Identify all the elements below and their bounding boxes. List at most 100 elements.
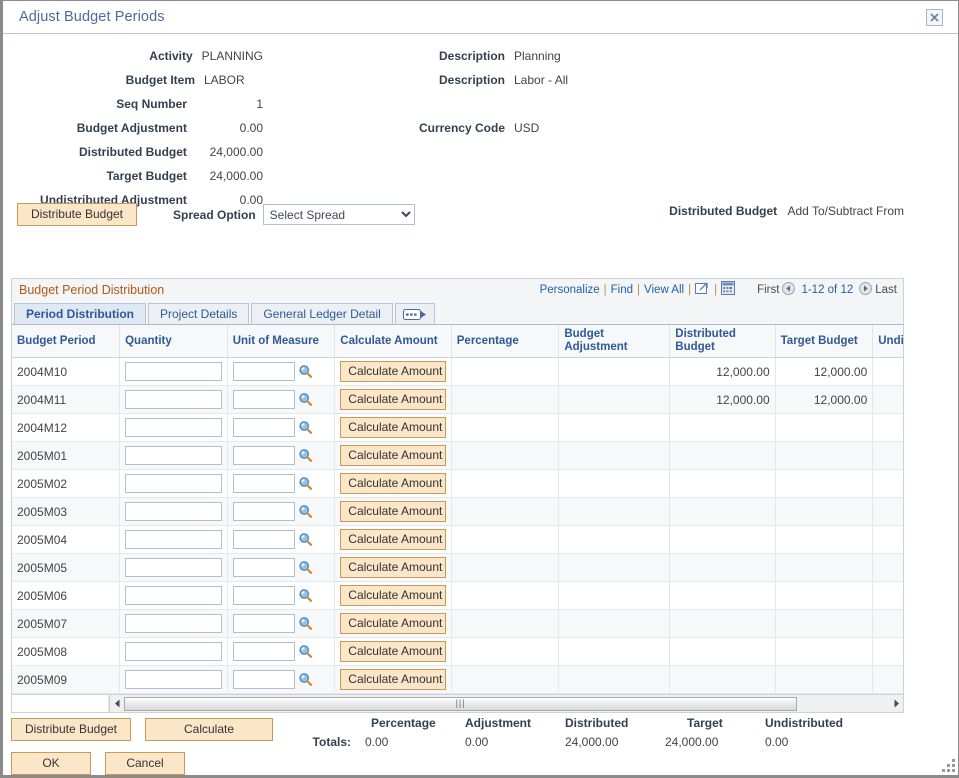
lookup-magnifier-icon[interactable] — [298, 588, 313, 603]
column-header-distributed-budget[interactable]: Distributed Budget — [670, 325, 775, 358]
unit-of-measure-input[interactable] — [233, 558, 295, 577]
distribute-budget-button-bottom[interactable]: Distribute Budget — [11, 718, 131, 741]
unit-of-measure-group — [233, 670, 330, 689]
lookup-magnifier-icon[interactable] — [298, 392, 313, 407]
calculate-amount-button[interactable]: Calculate Amount — [340, 361, 445, 382]
tab-project-details[interactable]: Project Details — [148, 303, 249, 324]
calculate-amount-button[interactable]: Calculate Amount — [340, 613, 445, 634]
quantity-input[interactable] — [125, 586, 222, 605]
calculate-amount-button[interactable]: Calculate Amount — [340, 501, 445, 522]
spread-option-select[interactable]: Select Spread — [263, 204, 415, 225]
close-icon — [929, 12, 940, 23]
unit-of-measure-input[interactable] — [233, 502, 295, 521]
calculate-amount-button[interactable]: Calculate Amount — [340, 417, 445, 438]
unit-of-measure-input[interactable] — [233, 446, 295, 465]
scrollbar-area[interactable]: ||| — [109, 695, 903, 712]
modal-content: Activity PLANNING Budget Item LABOR Seq … — [3, 34, 958, 775]
previous-page-icon[interactable] — [782, 282, 795, 298]
lookup-magnifier-icon[interactable] — [298, 644, 313, 659]
expand-grid-icon[interactable] — [721, 281, 735, 298]
calculate-amount-button[interactable]: Calculate Amount — [340, 473, 445, 494]
quantity-input[interactable] — [125, 558, 222, 577]
column-header-budget-period[interactable]: Budget Period — [12, 325, 120, 358]
scrollbar-thumb[interactable]: ||| — [124, 697, 797, 711]
quantity-input[interactable] — [125, 362, 222, 381]
quantity-input[interactable] — [125, 390, 222, 409]
column-header-percentage[interactable]: Percentage — [451, 325, 559, 358]
cell-target-budget — [775, 610, 873, 638]
quantity-input[interactable] — [125, 670, 222, 689]
cell-undistributed-adjustment — [873, 386, 904, 414]
window-resize-grip[interactable] — [942, 759, 955, 772]
lookup-magnifier-icon[interactable] — [298, 420, 313, 435]
cell-unit-of-measure — [227, 610, 335, 638]
unit-of-measure-input[interactable] — [233, 418, 295, 437]
quantity-input[interactable] — [125, 502, 222, 521]
lookup-magnifier-icon[interactable] — [298, 448, 313, 463]
column-header-undistributed-adjustment[interactable]: Undistributed Adjustme — [873, 325, 904, 358]
unit-of-measure-input[interactable] — [233, 670, 295, 689]
scroll-right-icon[interactable] — [889, 696, 903, 712]
quantity-input[interactable] — [125, 446, 222, 465]
unit-of-measure-input[interactable] — [233, 530, 295, 549]
unit-of-measure-input[interactable] — [233, 642, 295, 661]
view-all-link[interactable]: View All — [644, 284, 684, 296]
field-label-target-budget: Target Budget — [3, 169, 187, 183]
cell-calculate-amount: Calculate Amount — [335, 526, 451, 554]
field-label-distributed-budget: Distributed Budget — [3, 145, 187, 159]
next-page-icon[interactable] — [859, 282, 872, 298]
calculate-amount-button[interactable]: Calculate Amount — [340, 641, 445, 662]
unit-of-measure-input[interactable] — [233, 474, 295, 493]
quantity-input[interactable] — [125, 642, 222, 661]
unit-of-measure-input[interactable] — [233, 586, 295, 605]
scrollbar-track[interactable]: ||| — [124, 696, 889, 712]
calculate-amount-button[interactable]: Calculate Amount — [340, 445, 445, 466]
cell-budget-adjustment — [559, 470, 670, 498]
pager-first[interactable]: First — [757, 284, 779, 296]
ok-button[interactable]: OK — [11, 752, 91, 775]
lookup-magnifier-icon[interactable] — [298, 616, 313, 631]
cell-unit-of-measure — [227, 638, 335, 666]
tab-general-ledger-detail[interactable]: General Ledger Detail — [251, 303, 392, 324]
unit-of-measure-input[interactable] — [233, 390, 295, 409]
quantity-input[interactable] — [125, 614, 222, 633]
unit-of-measure-input[interactable] — [233, 362, 295, 381]
calculate-amount-button[interactable]: Calculate Amount — [340, 669, 445, 690]
unit-of-measure-input[interactable] — [233, 614, 295, 633]
find-link[interactable]: Find — [611, 284, 633, 296]
lookup-magnifier-icon[interactable] — [298, 560, 313, 575]
download-to-excel-icon[interactable] — [695, 281, 710, 298]
quantity-input[interactable] — [125, 418, 222, 437]
grid-table-scroll[interactable]: Budget Period Quantity Unit of Measure C… — [11, 324, 904, 695]
column-header-quantity[interactable]: Quantity — [120, 325, 228, 358]
lookup-magnifier-icon[interactable] — [298, 672, 313, 687]
quantity-input[interactable] — [125, 530, 222, 549]
lookup-magnifier-icon[interactable] — [298, 364, 313, 379]
tab-period-distribution[interactable]: Period Distribution — [14, 303, 146, 324]
calculate-amount-button[interactable]: Calculate Amount — [340, 529, 445, 550]
column-header-calculate-amount[interactable]: Calculate Amount — [335, 325, 451, 358]
calculate-amount-button[interactable]: Calculate Amount — [340, 557, 445, 578]
close-button[interactable] — [926, 9, 943, 26]
scroll-left-icon[interactable] — [110, 696, 124, 712]
pager-range[interactable]: 1-12 of 12 — [801, 284, 853, 296]
cell-calculate-amount: Calculate Amount — [335, 582, 451, 610]
personalize-link[interactable]: Personalize — [540, 284, 600, 296]
lookup-magnifier-icon[interactable] — [298, 476, 313, 491]
show-next-tabs-icon[interactable] — [395, 303, 435, 324]
column-header-unit-of-measure[interactable]: Unit of Measure — [227, 325, 335, 358]
grid-horizontal-scrollbar[interactable]: ||| — [11, 695, 904, 713]
pager-last[interactable]: Last — [875, 284, 897, 296]
column-header-budget-adjustment[interactable]: Budget Adjustment — [559, 325, 670, 358]
calculate-button[interactable]: Calculate — [145, 718, 273, 741]
lookup-magnifier-icon[interactable] — [298, 532, 313, 547]
column-header-target-budget[interactable]: Target Budget — [775, 325, 873, 358]
distribute-budget-button-top[interactable]: Distribute Budget — [17, 203, 137, 226]
calculate-amount-button[interactable]: Calculate Amount — [340, 389, 445, 410]
quantity-input[interactable] — [125, 474, 222, 493]
cell-distributed-budget — [670, 610, 775, 638]
cancel-button[interactable]: Cancel — [105, 752, 185, 775]
calculate-amount-button[interactable]: Calculate Amount — [340, 585, 445, 606]
cell-percentage — [451, 414, 559, 442]
lookup-magnifier-icon[interactable] — [298, 504, 313, 519]
